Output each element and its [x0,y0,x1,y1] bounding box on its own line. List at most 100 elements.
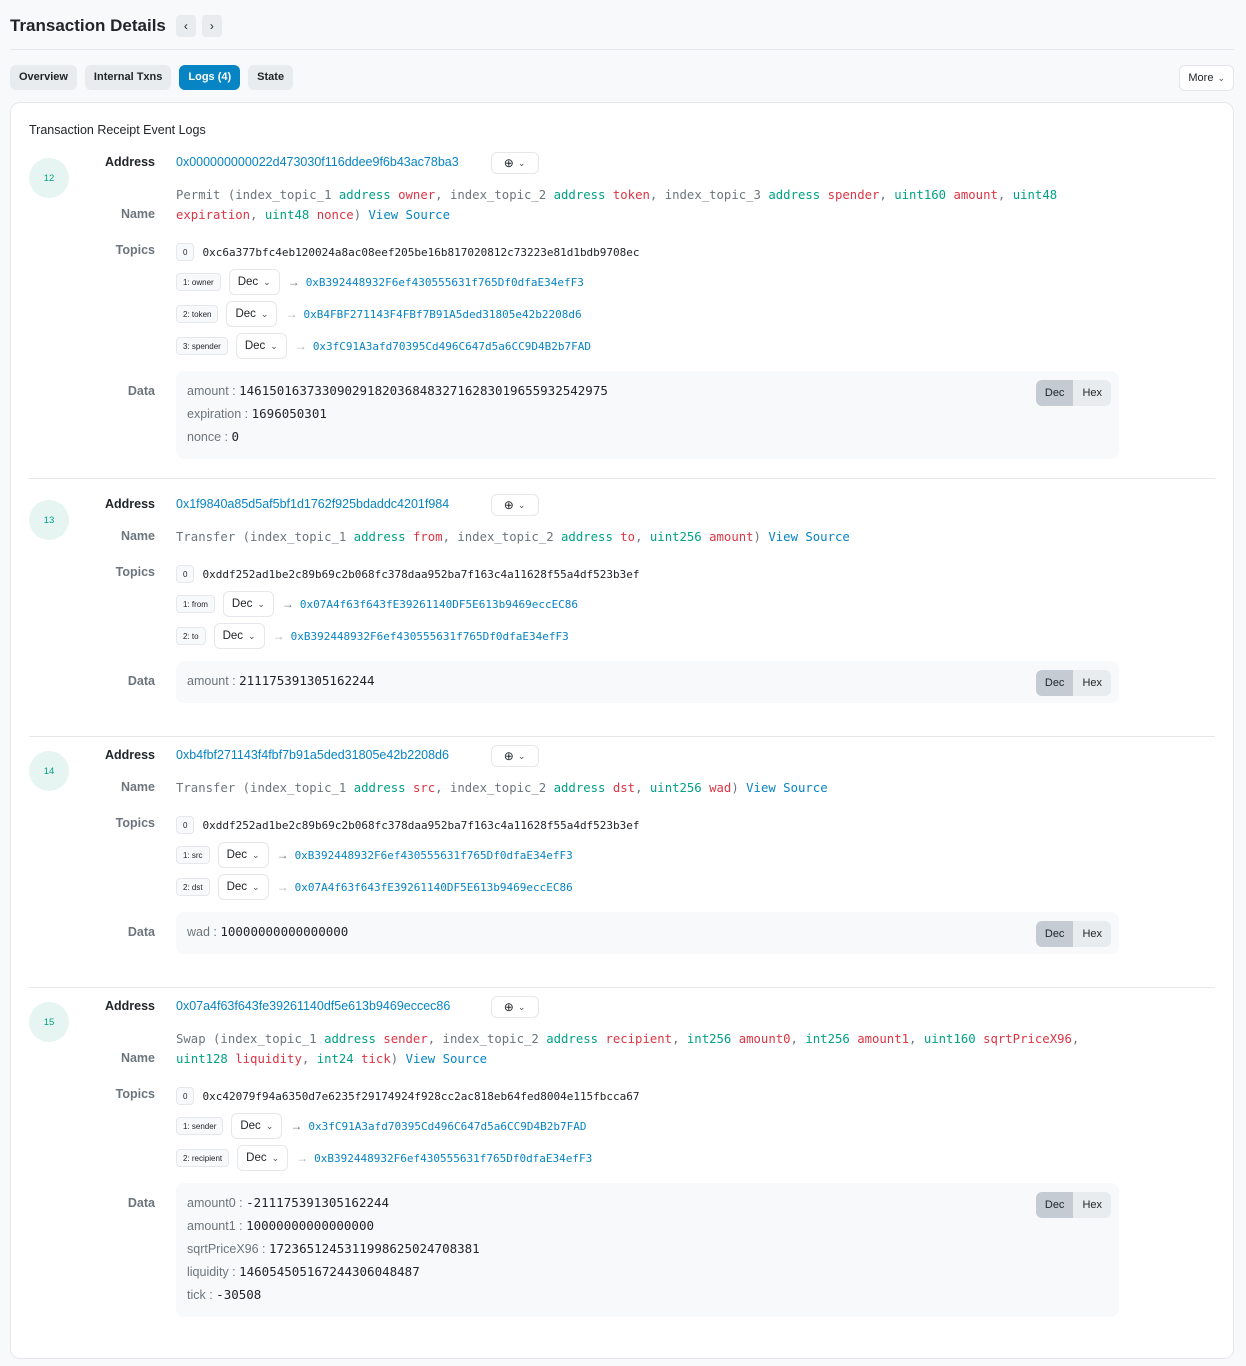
data-field: expiration : 1696050301 [187,405,1108,428]
chevron-down-icon: ⌄ [252,849,260,860]
prev-transaction-button[interactable]: ‹ [175,14,196,37]
view-source-link[interactable]: View Source [369,208,450,222]
format-value: Dec [231,598,253,610]
topic-format-select[interactable]: Dec ⌄ [213,623,265,649]
event-logs-card: Transaction Receipt Event Logs 12 Address… [10,102,1234,1359]
address-label: Address [104,155,155,169]
contract-address-link[interactable]: 0x000000000022d473030f116ddee9f6b43ac78b… [176,155,459,169]
dec-button[interactable]: Dec [1035,380,1074,406]
view-source-link[interactable]: View Source [746,781,827,795]
topic-format-select[interactable]: Dec ⌄ [235,333,287,359]
data-field: nonce : 0 [187,428,1108,451]
topic-address-link[interactable]: 0x3fC91A3afd70395Cd496C647d5a6CC9D4B2b7F… [313,340,591,353]
data-value: -30508 [216,1287,262,1302]
contract-address-link[interactable]: 0x07a4f63f643fe39261140df5e613b9469eccec… [176,999,450,1013]
data-value: 0 [231,429,240,444]
topic-row: 2: token Dec ⌄ → 0xB4FBF271143F4FBf7B91A5ded… [176,301,582,327]
topic-index: 1: from [176,595,215,613]
data-key: amount1 : [187,1219,247,1233]
card-title: Transaction Receipt Event Logs [29,123,206,137]
tab-state[interactable]: State [248,65,294,90]
address-options-button[interactable]: ⊕ ⌄ [490,745,539,767]
format-value: Dec [237,276,259,288]
dec-button[interactable]: Dec [1035,921,1074,947]
data-box: wad : 10000000000000000 Dec Hex [176,912,1119,954]
arrow-right-icon: → [294,339,307,353]
data-field: amount : 1461501637330902918203684832716… [187,382,1108,405]
view-source-link[interactable]: View Source [406,1052,487,1066]
param-type: address [553,781,606,795]
topic-address-link[interactable]: 0xB392448932F6ef430555631f765Df0dfaE34ef… [306,276,584,289]
data-box: amount0 : -211175391305162244 amount1 : 1… [176,1183,1119,1317]
topic-hash: 0xddf252ad1be2c89b69c2b068fc378daa952ba7… [202,818,640,832]
topic-index: 0 [176,243,195,261]
data-field: liquidity : 146054505167244306048487 [187,1263,1108,1286]
topic-row: 2: dst Dec ⌄ → 0x07A4f63f643fE39261140DF5E61… [176,874,573,900]
param-type: address [768,188,821,202]
data-box: amount : 1461501637330902918203684832716… [176,371,1119,459]
address-options-button[interactable]: ⊕ ⌄ [490,996,539,1018]
param-type: address [561,530,613,544]
chevron-down-icon: ⌄ [260,308,269,319]
address-options-button[interactable]: ⊕ ⌄ [490,494,539,516]
data-value: 10000000000000000 [246,1218,375,1233]
more-dropdown-button[interactable]: More ⌄ [1179,65,1234,91]
topics-label: Topics [115,816,155,830]
arrow-right-icon: → [290,1119,303,1133]
topic-row: 0 0xc42079f94a6350d7e6235f29174924f928cc2… [176,1085,640,1107]
format-value: Dec [222,630,244,642]
param-name: amount [709,530,754,544]
hex-button[interactable]: Hex [1073,670,1111,696]
topic-index: 2: recipient [176,1149,230,1167]
hex-button[interactable]: Hex [1073,921,1111,947]
topic-format-select[interactable]: Dec ⌄ [228,269,280,295]
topic-index: 3: spender [176,337,228,355]
contract-address-link[interactable]: 0x1f9840a85d5af5bf1d1762f925bdaddc4201f9… [176,497,449,511]
topic-address-link[interactable]: 0x3fC91A3afd70395Cd496C647d5a6CC9D4B2b7F… [308,1120,586,1133]
topic-format-select[interactable]: Dec ⌄ [226,301,278,327]
hex-button[interactable]: Hex [1073,1192,1111,1218]
dec-button[interactable]: Dec [1035,1192,1074,1218]
topic-address-link[interactable]: 0xB392448932F6ef430555631f765Df0dfaE34ef… [314,1152,592,1165]
topics-label: Topics [115,1087,155,1101]
tab-overview[interactable]: Overview [10,65,77,90]
param-name: from [412,530,443,544]
param-name: src [412,781,436,795]
format-value: Dec [246,1152,267,1164]
topic-row: 1: owner Dec ⌄ → 0xB392448932F6ef430555631f7… [176,269,584,295]
data-key: tick : [187,1288,217,1302]
view-source-link[interactable]: View Source [768,530,849,544]
dec-button[interactable]: Dec [1035,670,1074,696]
tab-logs[interactable]: Logs (4) [179,65,241,90]
log-entry: 14 Address 0xb4fbf271143f4fbf7b91a5ded3180… [29,738,1215,988]
data-key: amount0 : [187,1196,247,1210]
topic-index: 1: owner [176,273,221,291]
dec-hex-toggle: Dec Hex [1035,1192,1111,1218]
topic-address-link[interactable]: 0xB392448932F6ef430555631f765Df0dfaE34ef… [291,630,569,643]
topic-format-select[interactable]: Dec ⌄ [217,874,269,900]
topic-index: 0 [176,1087,195,1105]
topic-format-select[interactable]: Dec ⌄ [217,842,269,868]
topic-format-select[interactable]: Dec ⌄ [222,591,274,617]
topic-index: 0 [176,565,195,583]
data-key: liquidity : [187,1265,240,1279]
hex-button[interactable]: Hex [1073,380,1111,406]
address-options-button[interactable]: ⊕ ⌄ [490,152,539,174]
tab-internal-txns[interactable]: Internal Txns [84,65,172,90]
topic-format-select[interactable]: Dec ⌄ [237,1145,289,1171]
next-transaction-button[interactable]: › [201,14,222,37]
topic-address-link[interactable]: 0x07A4f63f643fE39261140DF5E613b9469eccEC… [300,598,578,611]
topic-address-link[interactable]: 0x07A4f63f643fE39261140DF5E613b9469eccEC… [295,881,573,894]
data-value: 1461501637330902918203684832716283019655… [239,383,608,398]
topic-address-link[interactable]: 0xB392448932F6ef430555631f765Df0dfaE34ef… [295,849,573,862]
topic-address-link[interactable]: 0xB4FBF271143F4FBf7B91A5ded31805e42b2208… [303,308,581,321]
chevron-down-icon: ⌄ [517,750,526,761]
log-entry: 12 Address 0x000000000022d473030f116ddee9f… [29,145,1215,479]
topic-hash: 0xddf252ad1be2c89b69c2b068fc378daa952ba7… [202,567,640,581]
topic-format-select[interactable]: Dec ⌄ [231,1113,283,1139]
format-value: Dec [235,308,256,320]
chevron-down-icon: ⌄ [517,157,526,168]
topic-index: 2: to [176,627,206,645]
param-type: address [353,530,406,544]
contract-address-link[interactable]: 0xb4fbf271143f4fbf7b91a5ded31805e42b2208… [176,748,449,762]
